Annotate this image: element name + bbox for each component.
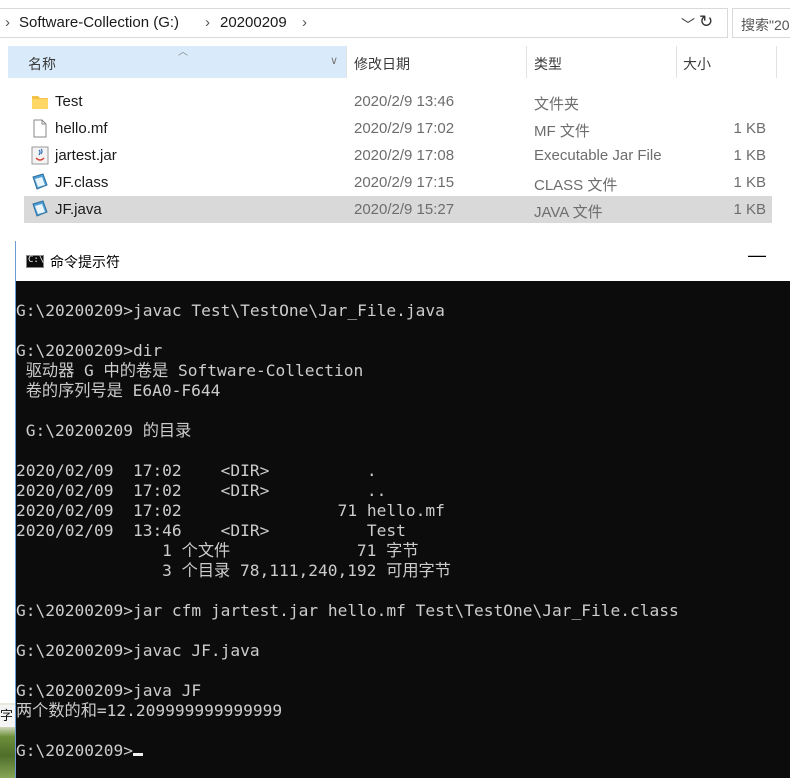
breadcrumb-folder[interactable]: 20200209 bbox=[220, 14, 287, 31]
column-label-date[interactable]: 修改日期 bbox=[354, 54, 410, 74]
console-line: 2020/02/09 13:46 <DIR> Test bbox=[16, 521, 406, 540]
file-name: Test bbox=[55, 93, 83, 110]
search-input[interactable]: 搜索"20 bbox=[732, 8, 790, 38]
file-explorer-window: › Software-Collection (G:) › 20200209 › … bbox=[0, 0, 790, 242]
file-type: CLASS 文件 bbox=[534, 177, 618, 194]
cmd-title-bar[interactable]: C:\ 命令提示符 — bbox=[16, 241, 790, 281]
text-cursor bbox=[132, 753, 143, 756]
folder-icon bbox=[32, 96, 48, 109]
file-type: 文件夹 bbox=[534, 96, 580, 113]
file-row-jartest-jar[interactable]: jartest.jar 2020/2/9 17:08 Executable Ja… bbox=[24, 142, 772, 169]
console-line: 2020/02/09 17:02 <DIR> .. bbox=[16, 481, 387, 500]
sort-ascending-icon: ︿ bbox=[178, 47, 188, 58]
java-file-icon bbox=[32, 200, 48, 217]
file-type: Executable Jar File bbox=[534, 147, 662, 164]
console-line: 3 个目录 78,111,240,192 可用字节 bbox=[16, 561, 451, 580]
file-name: hello.mf bbox=[55, 120, 108, 137]
desktop-label: 字 bbox=[0, 705, 15, 727]
console-line: 2020/02/09 17:02 71 hello.mf bbox=[16, 501, 445, 520]
console-line: 卷的序列号是 E6A0-F644 bbox=[16, 381, 221, 400]
cmd-app-icon-label: C:\ bbox=[28, 255, 45, 265]
file-date: 2020/2/9 13:46 bbox=[354, 93, 455, 110]
console-line: G:\20200209>jar cfm jartest.jar hello.mf… bbox=[16, 601, 679, 620]
breadcrumb-chevron-icon[interactable]: › bbox=[205, 14, 210, 31]
file-size: 1 KB bbox=[733, 120, 766, 137]
file-row-hello-mf[interactable]: hello.mf 2020/2/9 17:02 MF 文件 1 KB bbox=[24, 115, 772, 142]
window-title: 命令提示符 bbox=[50, 254, 120, 270]
file-name: jartest.jar bbox=[55, 147, 117, 164]
console-line: 1 个文件 71 字节 bbox=[16, 541, 419, 560]
jar-file-icon bbox=[31, 146, 49, 165]
column-header-name[interactable] bbox=[8, 46, 346, 78]
console-output[interactable]: G:\20200209>javac Test\TestOne\Jar_File.… bbox=[16, 301, 679, 761]
console-line: G:\20200209>javac Test\TestOne\Jar_File.… bbox=[16, 301, 445, 320]
console-line: G:\20200209 的目录 bbox=[16, 421, 192, 440]
file-date: 2020/2/9 17:08 bbox=[354, 147, 455, 164]
file-name: JF.java bbox=[55, 201, 102, 218]
column-label-size[interactable]: 大小 bbox=[683, 54, 711, 74]
console-line: 驱动器 G 中的卷是 Software-Collection bbox=[16, 361, 364, 380]
column-divider[interactable] bbox=[676, 46, 677, 78]
command-prompt-window[interactable]: C:\ 命令提示符 — G:\20200209>javac Test\TestO… bbox=[15, 241, 790, 778]
column-divider[interactable] bbox=[346, 46, 347, 78]
console-line: G:\20200209>javac JF.java bbox=[16, 641, 260, 660]
column-filter-chevron-icon[interactable]: ∨ bbox=[330, 54, 338, 67]
address-bar[interactable]: › Software-Collection (G:) › 20200209 › … bbox=[0, 8, 728, 38]
file-row-jf-class[interactable]: JF.class 2020/2/9 17:15 CLASS 文件 1 KB bbox=[24, 169, 772, 196]
column-label-type[interactable]: 类型 bbox=[534, 54, 562, 74]
breadcrumb-drive[interactable]: Software-Collection (G:) bbox=[19, 14, 179, 31]
cmd-app-icon[interactable]: C:\ bbox=[26, 255, 44, 268]
class-file-icon bbox=[32, 173, 48, 190]
refresh-icon[interactable]: ↻ bbox=[699, 12, 713, 32]
file-name: JF.class bbox=[55, 174, 109, 191]
file-icon bbox=[33, 119, 47, 138]
minimize-icon[interactable]: — bbox=[748, 245, 766, 266]
breadcrumb-chevron-icon[interactable]: › bbox=[302, 14, 307, 31]
console-line: G:\20200209>dir bbox=[16, 341, 163, 360]
column-divider[interactable] bbox=[526, 46, 527, 78]
file-type: MF 文件 bbox=[534, 123, 590, 140]
console-prompt-line[interactable]: G:\20200209> bbox=[16, 741, 679, 761]
console-prompt: G:\20200209> bbox=[16, 741, 133, 760]
column-divider[interactable] bbox=[776, 46, 777, 78]
search-placeholder: 搜索"20 bbox=[741, 17, 790, 33]
console-line: 2020/02/09 17:02 <DIR> . bbox=[16, 461, 377, 480]
file-size: 1 KB bbox=[733, 201, 766, 218]
file-row-jf-java[interactable]: JF.java 2020/2/9 15:27 JAVA 文件 1 KB bbox=[24, 196, 772, 223]
console-line: G:\20200209>java JF bbox=[16, 681, 202, 700]
file-row-test[interactable]: Test 2020/2/9 13:46 文件夹 bbox=[24, 88, 772, 115]
breadcrumb-chevron-icon[interactable]: › bbox=[5, 14, 10, 31]
file-size: 1 KB bbox=[733, 174, 766, 191]
file-type: JAVA 文件 bbox=[534, 204, 603, 221]
console-line: 两个数的和=12.209999999999999 bbox=[16, 701, 283, 720]
file-date: 2020/2/9 17:02 bbox=[354, 120, 455, 137]
address-history-dropdown-icon[interactable]: ﹀ bbox=[681, 15, 695, 35]
column-label-name[interactable]: 名称 bbox=[28, 54, 56, 74]
column-header-row: ︿ 名称 ∨ 修改日期 类型 大小 bbox=[8, 46, 778, 78]
file-date: 2020/2/9 15:27 bbox=[354, 201, 455, 218]
file-date: 2020/2/9 17:15 bbox=[354, 174, 455, 191]
file-size: 1 KB bbox=[733, 147, 766, 164]
